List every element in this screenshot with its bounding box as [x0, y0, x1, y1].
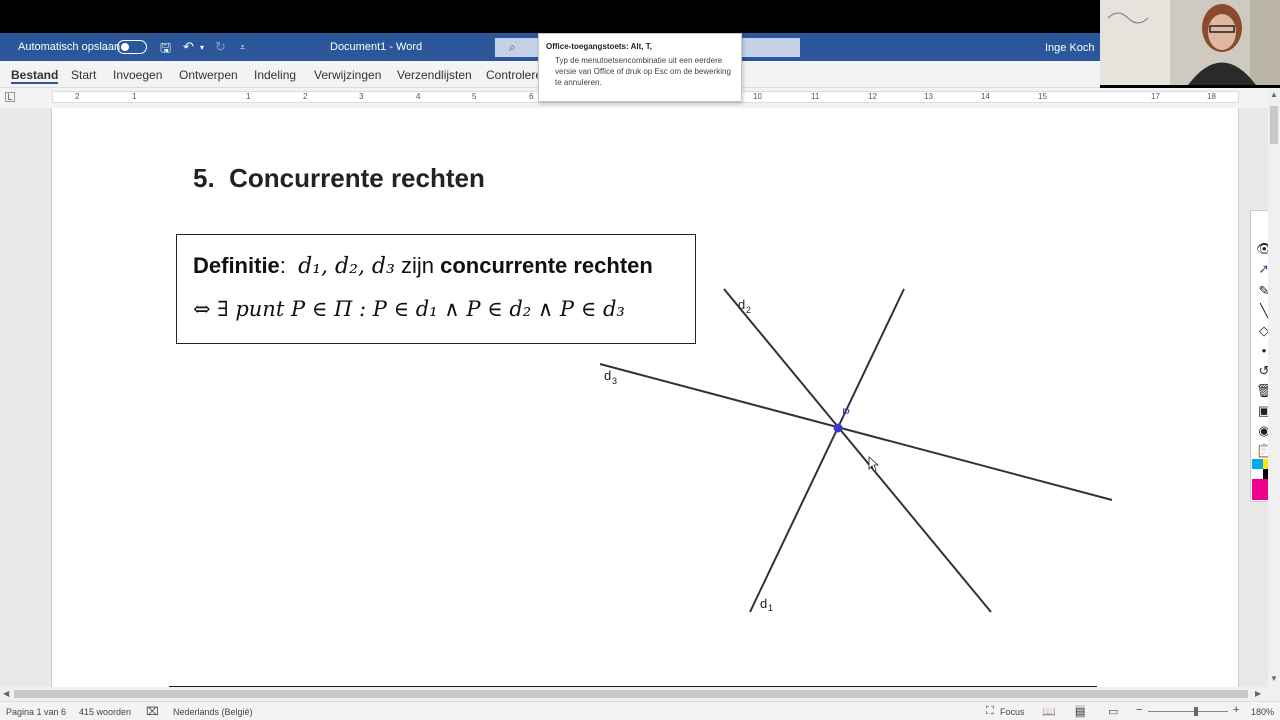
- mouse-cursor-icon: [868, 456, 880, 472]
- color-swatch-cyan[interactable]: [1252, 459, 1263, 469]
- save-icon[interactable]: 🖫: [160, 39, 171, 61]
- web-layout-icon[interactable]: ▭: [1108, 705, 1118, 718]
- line-d1: [749, 288, 905, 613]
- concurrent-lines-diagram: P d 1 d 2 d 3: [599, 288, 1113, 613]
- print-layout-icon[interactable]: ▤: [1075, 705, 1086, 718]
- redo-icon: ↻: [215, 39, 226, 54]
- autosave-toggle[interactable]: [117, 40, 147, 54]
- tab-invoegen[interactable]: Invoegen: [113, 68, 162, 82]
- ruler-label: 14: [981, 92, 990, 101]
- read-mode-icon[interactable]: 📖: [1042, 705, 1056, 718]
- ruler-label: 1: [246, 92, 251, 101]
- tab-ontwerpen[interactable]: Ontwerpen: [179, 68, 238, 82]
- line-d3: [599, 363, 1113, 501]
- scroll-up-icon[interactable]: ▲: [1270, 90, 1278, 99]
- horizontal-scrollbar[interactable]: ◀ ▶: [0, 687, 1280, 701]
- tooltip-body: Typ de menutoetsencombinatie uit een eer…: [555, 56, 731, 87]
- zoom-out-icon[interactable]: −: [1136, 704, 1142, 716]
- page-count[interactable]: Pagina 1 van 6: [6, 707, 66, 717]
- language-label[interactable]: Nederlands (België): [173, 707, 253, 717]
- zoom-slider[interactable]: [1148, 707, 1228, 716]
- ruler-label: 12: [868, 92, 877, 101]
- zoom-level[interactable]: 180%: [1251, 707, 1274, 717]
- label-d2-sub: 2: [746, 305, 751, 315]
- proofing-icon[interactable]: ⌧: [146, 705, 159, 718]
- ruler-label: 1: [132, 92, 137, 101]
- vertical-scrollbar[interactable]: ▲ ▼: [1268, 88, 1280, 687]
- undo-dropdown-icon[interactable]: ▾: [200, 43, 204, 52]
- tab-bestand[interactable]: Bestand: [11, 68, 59, 84]
- focus-icon[interactable]: ⛶: [986, 705, 994, 718]
- ruler-label: 13: [924, 92, 933, 101]
- tab-verzendlijsten[interactable]: Verzendlijsten: [397, 68, 472, 82]
- label-d2: d: [738, 297, 745, 312]
- document-title: Document1 - Word: [330, 41, 423, 53]
- keytip-tooltip: Office-toegangstoets: Alt, T, Typ de men…: [538, 33, 742, 102]
- ruler-label: 2: [75, 92, 80, 101]
- ruler-label: 5: [472, 92, 477, 101]
- word-count[interactable]: 415 woorden: [79, 707, 131, 717]
- line-d2: [723, 288, 992, 613]
- customize-qat-icon[interactable]: ⩡: [240, 42, 245, 53]
- ruler-label: 10: [753, 92, 762, 101]
- ruler-label: 18: [1207, 92, 1216, 101]
- ruler-label: 6: [529, 92, 534, 101]
- ruler-label: 15: [1038, 92, 1047, 101]
- horizontal-scroll-thumb[interactable]: [14, 690, 1248, 698]
- ruler-label: 11: [811, 92, 820, 101]
- undo-icon[interactable]: ↶: [183, 39, 194, 55]
- user-name[interactable]: Inge Koch: [1045, 42, 1095, 54]
- webcam-image: [1100, 0, 1280, 85]
- point-p-label: P: [842, 406, 850, 420]
- document-page[interactable]: 5. Concurrente rechten Definitie: d₁, d₂…: [51, 108, 1239, 687]
- point-p[interactable]: [833, 423, 843, 433]
- tab-verwijzingen[interactable]: Verwijzingen: [314, 68, 381, 82]
- tooltip-title: Office-toegangstoets: Alt, T,: [546, 42, 652, 51]
- autosave-label: Automatisch opslaan: [18, 41, 121, 53]
- focus-label[interactable]: Focus: [1000, 707, 1025, 717]
- color-swatch-white[interactable]: [1252, 469, 1263, 479]
- tab-selector-icon[interactable]: L: [5, 92, 15, 102]
- label-d1-sub: 1: [768, 603, 773, 613]
- scroll-down-icon[interactable]: ▼: [1270, 674, 1278, 683]
- tab-start[interactable]: Start: [71, 68, 96, 82]
- webcam-overlay: [1100, 0, 1280, 85]
- ruler-label: 2: [303, 92, 308, 101]
- label-d3-sub: 3: [612, 376, 617, 386]
- zoom-slider-knob[interactable]: [1194, 707, 1198, 716]
- ruler-label: 4: [416, 92, 421, 101]
- label-d3: d: [604, 368, 611, 383]
- status-bar: Pagina 1 van 6 415 woorden ⌧ Nederlands …: [0, 701, 1280, 720]
- label-d1: d: [760, 596, 767, 611]
- scroll-left-icon[interactable]: ◀: [3, 689, 9, 698]
- top-black-bar: [0, 0, 1280, 33]
- toggle-knob: [121, 43, 129, 51]
- search-icon: ⌕: [509, 40, 516, 54]
- tab-indeling[interactable]: Indeling: [254, 68, 296, 82]
- ruler-label: 17: [1151, 92, 1160, 101]
- vertical-scroll-thumb[interactable]: [1270, 106, 1278, 144]
- zoom-in-icon[interactable]: +: [1233, 704, 1239, 716]
- ruler-label: 3: [359, 92, 364, 101]
- scroll-right-icon[interactable]: ▶: [1255, 689, 1261, 698]
